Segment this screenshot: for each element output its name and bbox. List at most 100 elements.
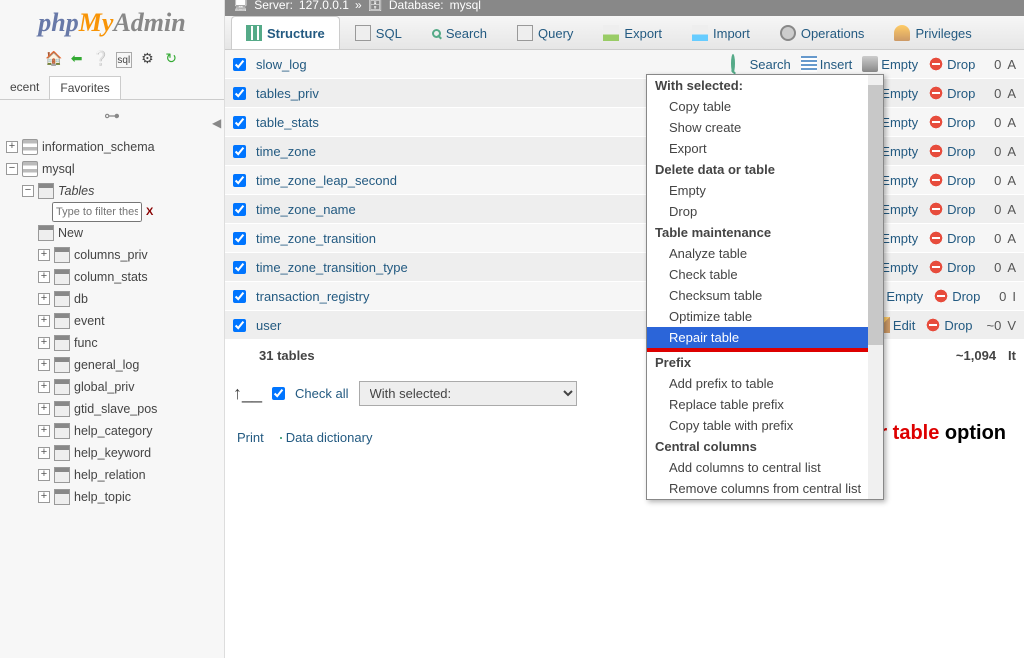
expand-icon[interactable]: + [38,491,50,503]
expand-icon[interactable]: + [38,293,50,305]
table-name[interactable]: slow_log [256,57,432,72]
scrollbar[interactable] [868,75,883,499]
table-name[interactable]: time_zone_leap_second [256,173,432,188]
table-column_stats[interactable]: +column_stats [4,266,220,288]
tab-export[interactable]: Export [588,16,677,49]
table-name[interactable]: tables_priv [256,86,432,101]
menu-item[interactable]: Copy table with prefix [647,415,883,436]
checkall-checkbox[interactable] [272,387,285,400]
expand-icon[interactable]: + [38,315,50,327]
expand-icon[interactable]: + [38,469,50,481]
menu-item[interactable]: Analyze table [647,243,883,264]
table-event[interactable]: +event [4,310,220,332]
expand-icon[interactable]: + [38,381,50,393]
expand-icon[interactable]: + [38,425,50,437]
menu-item[interactable]: Checksum table [647,285,883,306]
db-information-schema[interactable]: + information_schema [4,136,220,158]
expand-icon[interactable]: + [38,337,50,349]
row-checkbox[interactable] [233,145,246,158]
menu-item[interactable]: Optimize table [647,306,883,327]
action-drop[interactable]: Drop [928,56,975,72]
table-global_priv[interactable]: +global_priv [4,376,220,398]
tables-group[interactable]: − Tables [4,180,220,202]
row-checkbox[interactable] [233,232,246,245]
data-dictionary-link[interactable]: Data dictionary [280,430,373,445]
table-gtid_slave_pos[interactable]: +gtid_slave_pos [4,398,220,420]
tab-import[interactable]: Import [677,16,765,49]
row-checkbox[interactable] [233,87,246,100]
table-db[interactable]: +db [4,288,220,310]
action-drop[interactable]: Drop [928,85,975,101]
table-help_keyword[interactable]: +help_keyword [4,442,220,464]
tab-query[interactable]: Query [502,16,588,49]
help-icon[interactable]: ❔ [92,50,108,66]
menu-item[interactable]: Export [647,138,883,159]
tab-privileges[interactable]: Privileges [879,16,986,49]
table-name[interactable]: transaction_registry [256,289,432,304]
tab-favorites[interactable]: Favorites [49,76,120,99]
table-name[interactable]: time_zone_transition_type [256,260,432,275]
db-value[interactable]: mysql [450,0,481,12]
table-help_category[interactable]: +help_category [4,420,220,442]
action-drop[interactable]: Drop [928,230,975,246]
expand-icon[interactable]: + [38,249,50,261]
action-drop[interactable]: Drop [928,143,975,159]
row-checkbox[interactable] [233,203,246,216]
menu-item[interactable]: Remove columns from central list [647,478,883,499]
action-drop[interactable]: Drop [928,172,975,188]
refresh-icon[interactable]: ↻ [163,50,179,66]
server-value[interactable]: 127.0.0.1 [299,0,349,12]
menu-item[interactable]: Check table [647,264,883,285]
print-link[interactable]: Print [233,430,264,445]
expand-icon[interactable]: + [38,403,50,415]
db-mysql[interactable]: − mysql [4,158,220,180]
menu-item-repair-table[interactable]: Repair table [647,327,883,348]
with-selected-dropdown[interactable]: With selected: [359,381,577,406]
table-general_log[interactable]: +general_log [4,354,220,376]
table-func[interactable]: +func [4,332,220,354]
table-help_relation[interactable]: +help_relation [4,464,220,486]
new-table[interactable]: New [4,222,220,244]
tab-search[interactable]: Search [417,16,502,49]
menu-item[interactable]: Replace table prefix [647,394,883,415]
row-checkbox[interactable] [233,261,246,274]
expand-icon[interactable]: + [38,271,50,283]
action-drop[interactable]: Drop [928,201,975,217]
row-checkbox[interactable] [233,116,246,129]
action-drop[interactable]: Drop [928,114,975,130]
filter-input[interactable] [52,202,142,222]
table-name[interactable]: user [256,318,432,333]
tab-structure[interactable]: Structure [231,16,340,49]
table-help_topic[interactable]: +help_topic [4,486,220,508]
row-checkbox[interactable] [233,319,246,332]
row-checkbox[interactable] [233,174,246,187]
collapse-icon[interactable]: − [6,163,18,175]
sql-icon[interactable]: sql [116,52,132,68]
tab-sql[interactable]: SQL [340,16,417,49]
checkall-label[interactable]: Check all [295,386,348,401]
menu-item[interactable]: Add columns to central list [647,457,883,478]
menu-item[interactable]: Add prefix to table [647,373,883,394]
action-empty[interactable]: Empty [862,56,918,72]
action-search[interactable]: Search [731,56,791,72]
expand-icon[interactable]: + [6,141,18,153]
sidebar-arrow-icon[interactable]: ◀ [212,116,221,130]
menu-item[interactable]: Drop [647,201,883,222]
menu-item[interactable]: Copy table [647,96,883,117]
table-name[interactable]: time_zone [256,144,432,159]
gear-icon[interactable]: ⚙ [139,50,155,66]
row-checkbox[interactable] [233,290,246,303]
action-drop[interactable]: Drop [928,259,975,275]
filter-clear[interactable]: X [146,206,153,218]
scrollbar-thumb[interactable] [868,85,883,345]
expand-icon[interactable]: + [38,447,50,459]
action-insert[interactable]: Insert [801,56,853,72]
collapse-icon[interactable]: ⊶ [0,100,224,130]
collapse-icon[interactable]: − [22,185,34,197]
menu-item[interactable]: Show create [647,117,883,138]
table-name[interactable]: time_zone_name [256,202,432,217]
home-icon[interactable]: 🏠 [45,50,61,66]
table-name[interactable]: table_stats [256,115,432,130]
table-columns_priv[interactable]: +columns_priv [4,244,220,266]
tab-recent[interactable]: ecent [0,76,49,99]
